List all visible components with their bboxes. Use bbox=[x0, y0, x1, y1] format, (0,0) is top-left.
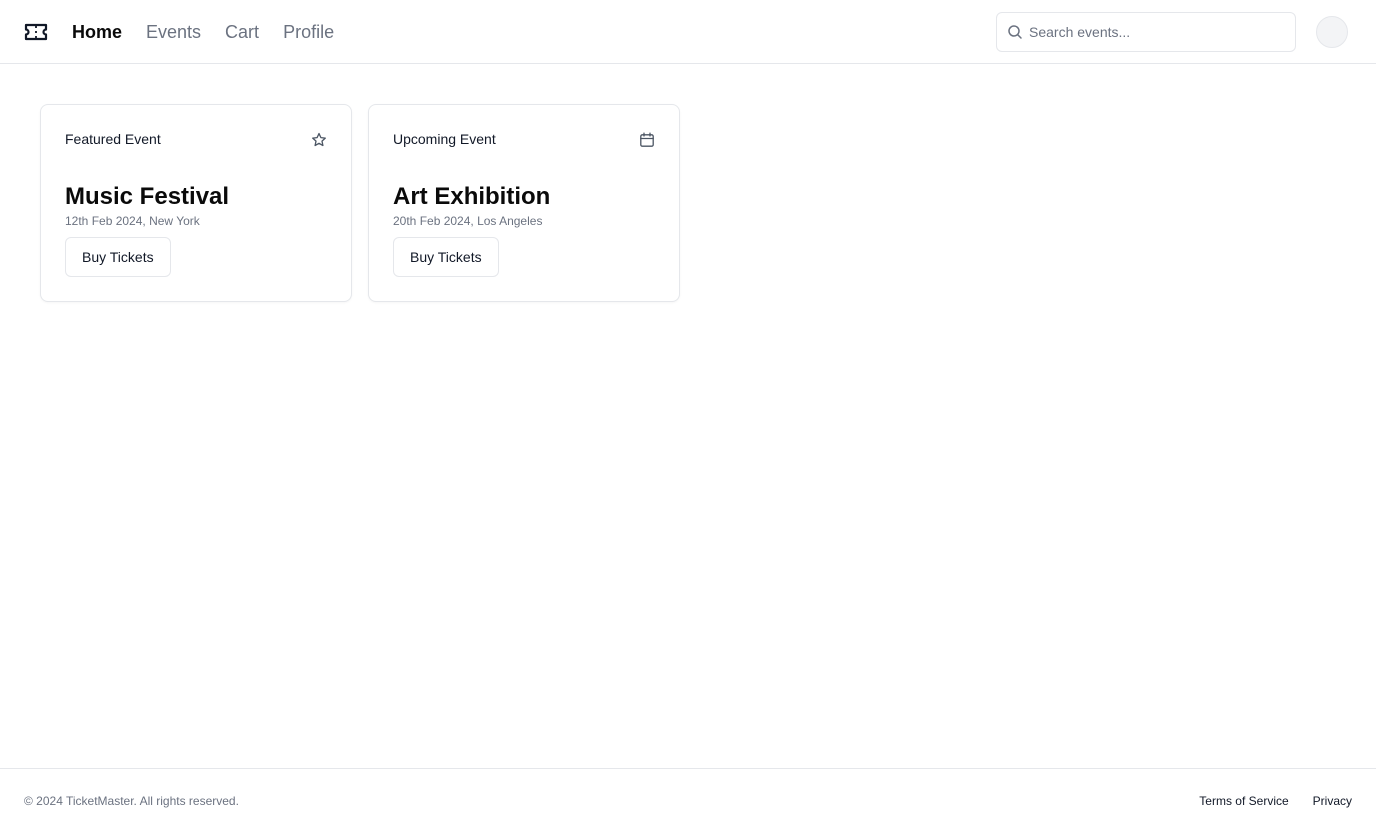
event-title: Music Festival bbox=[65, 183, 230, 210]
top-header: Home Events Cart Profile bbox=[0, 0, 1376, 64]
ticket-icon[interactable] bbox=[24, 21, 48, 43]
card-tag: Upcoming Event bbox=[393, 131, 496, 147]
buy-tickets-button[interactable]: Buy Tickets bbox=[393, 237, 499, 277]
search-box bbox=[996, 12, 1296, 52]
search-icon bbox=[1008, 25, 1022, 39]
copyright-text: © 2024 TicketMaster. All rights reserved… bbox=[24, 794, 239, 808]
search-input[interactable] bbox=[1029, 13, 1285, 51]
terms-of-service-link[interactable]: Terms of Service bbox=[1199, 794, 1288, 808]
event-date-location: 20th Feb 2024, Los Angeles bbox=[393, 214, 543, 228]
nav-events[interactable]: Events bbox=[146, 22, 201, 43]
nav-home[interactable]: Home bbox=[72, 22, 122, 43]
calendar-icon bbox=[640, 132, 654, 147]
footer-links: Terms of Service Privacy bbox=[1199, 794, 1352, 808]
event-title: Art Exhibition bbox=[393, 183, 551, 210]
star-icon bbox=[312, 132, 326, 147]
main-nav: Home Events Cart Profile bbox=[72, 0, 334, 64]
page-footer: © 2024 TicketMaster. All rights reserved… bbox=[0, 768, 1376, 832]
nav-cart[interactable]: Cart bbox=[225, 22, 259, 43]
buy-tickets-button[interactable]: Buy Tickets bbox=[65, 237, 171, 277]
event-card-music-festival: Featured Event Music Festival 12th Feb 2… bbox=[40, 104, 352, 302]
card-tag: Featured Event bbox=[65, 131, 161, 147]
privacy-link[interactable]: Privacy bbox=[1313, 794, 1352, 808]
event-date-location: 12th Feb 2024, New York bbox=[65, 214, 200, 228]
event-card-art-exhibition: Upcoming Event Art Exhibition 20th Feb 2… bbox=[368, 104, 680, 302]
avatar[interactable] bbox=[1316, 16, 1348, 48]
nav-profile[interactable]: Profile bbox=[283, 22, 334, 43]
